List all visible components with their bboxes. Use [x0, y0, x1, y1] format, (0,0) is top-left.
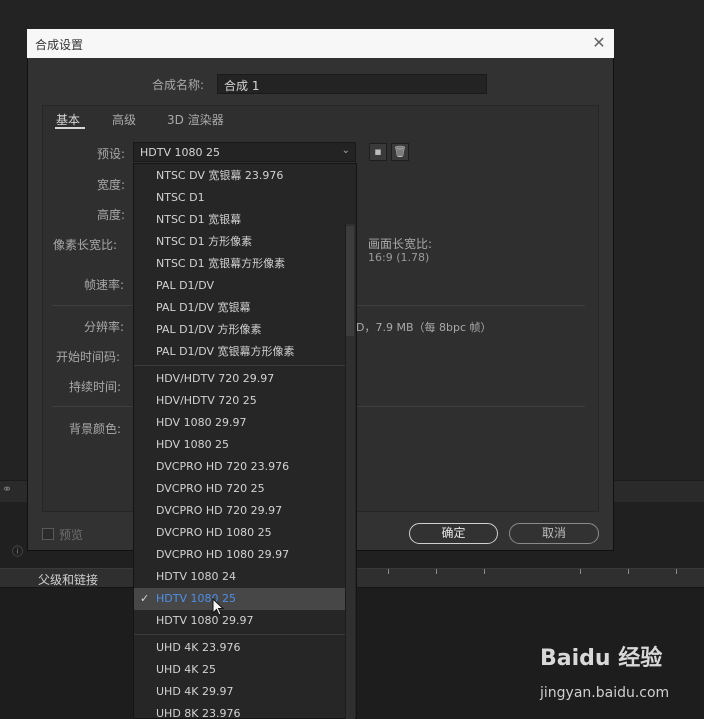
height-label: 高度: — [97, 208, 126, 222]
timeline-tick — [628, 569, 629, 574]
preset-option[interactable]: HDV 1080 29.97 — [134, 412, 346, 434]
preset-option[interactable]: NTSC D1 宽银幕方形像素 — [134, 253, 346, 275]
timeline-tick — [436, 569, 437, 574]
preset-value: HDTV 1080 25 — [140, 146, 220, 159]
preset-option[interactable]: DVCPRO HD 1080 29.97 — [134, 544, 346, 566]
preset-option[interactable]: UHD 4K 23.976 — [134, 637, 346, 659]
timeline-tick — [388, 569, 389, 574]
preset-label: 预设: — [97, 147, 126, 161]
ok-button[interactable]: 确定 — [409, 523, 498, 544]
close-icon[interactable]: ✕ — [590, 34, 608, 52]
save-preset-icon[interactable]: ▪ — [369, 143, 387, 161]
frame-aspect-label: 画面长宽比: — [368, 237, 433, 251]
preset-dropdown-list[interactable]: NTSC DV 宽银幕 23.976 NTSC D1 NTSC D1 宽银幕 NTSC… — [133, 163, 357, 719]
preset-select[interactable]: HDTV 1080 25 ⌄ — [133, 142, 356, 162]
frame-aspect-value: 16:9 (1.78) — [368, 251, 430, 264]
frame-rate-label: 帧速率: — [84, 278, 125, 292]
preset-option[interactable]: UHD 4K 29.97 — [134, 681, 346, 703]
preset-option[interactable]: UHD 4K 25 — [134, 659, 346, 681]
preset-option[interactable]: NTSC DV 宽银幕 23.976 — [134, 165, 346, 187]
comp-name-input[interactable]: 合成 1 — [217, 74, 487, 94]
baidu-watermark: Baidu 经验 — [540, 646, 663, 671]
preview-checkbox[interactable] — [42, 528, 54, 540]
preset-option[interactable]: UHD 8K 23.976 — [134, 703, 346, 718]
tab-advanced[interactable]: 高级 — [112, 111, 136, 128]
timeline-tick — [676, 569, 677, 574]
preset-option[interactable]: HDV 1080 25 — [134, 434, 346, 456]
duration-label: 持续时间: — [69, 380, 122, 394]
preset-option[interactable]: HDTV 1080 24 — [134, 566, 346, 588]
chevron-down-icon: ⌄ — [341, 145, 350, 156]
tab-basic[interactable]: 基本 — [56, 111, 80, 128]
trash-icon[interactable]: 🗑 — [391, 143, 409, 161]
preset-option[interactable]: PAL D1/DV 宽银幕方形像素 — [134, 341, 346, 363]
resolution-label: 分辨率: — [84, 320, 125, 334]
dialog-title: 合成设置 — [35, 38, 84, 52]
preset-option[interactable]: PAL D1/DV — [134, 275, 346, 297]
pixel-aspect-label: 像素长宽比: — [53, 238, 118, 252]
mouse-pointer-icon — [212, 598, 224, 616]
active-tab-indicator — [55, 127, 85, 129]
preset-option[interactable]: PAL D1/DV 方形像素 — [134, 319, 346, 341]
timeline-small-icon: ⓘ — [12, 545, 23, 558]
timeline-tick — [580, 569, 581, 574]
width-label: 宽度: — [97, 178, 126, 192]
dropdown-separator — [134, 634, 346, 635]
preset-option[interactable]: DVCPRO HD 1080 25 — [134, 522, 346, 544]
preset-option[interactable]: HDTV 1080 25 ✓ — [134, 588, 346, 610]
dropdown-scroll-thumb[interactable] — [346, 226, 354, 336]
preset-option[interactable]: HDV/HDTV 720 29.97 — [134, 368, 346, 390]
background-color-label: 背景颜色: — [69, 422, 122, 436]
resolution-info: D，7.9 MB（每 8bpc 帧） — [356, 321, 492, 334]
dropdown-separator — [134, 365, 346, 366]
preset-option[interactable]: DVCPRO HD 720 23.976 — [134, 456, 346, 478]
parent-link-label: 父级和链接 — [38, 573, 99, 587]
checkmark-icon: ✓ — [140, 592, 150, 605]
cancel-button[interactable]: 取消 — [509, 523, 599, 544]
preset-option[interactable]: HDTV 1080 29.97 — [134, 610, 346, 632]
preset-option[interactable]: DVCPRO HD 720 25 — [134, 478, 346, 500]
preset-option[interactable]: PAL D1/DV 宽银幕 — [134, 297, 346, 319]
link-icon: ⚭ — [2, 482, 13, 496]
tab-3d-renderer[interactable]: 3D 渲染器 — [167, 111, 224, 128]
preset-option[interactable]: HDV/HDTV 720 25 — [134, 390, 346, 412]
preview-label: 预览 — [59, 528, 84, 542]
preset-option[interactable]: NTSC D1 方形像素 — [134, 231, 346, 253]
timeline-tick — [484, 569, 485, 574]
preset-option[interactable]: DVCPRO HD 720 29.97 — [134, 500, 346, 522]
comp-name-label: 合成名称: — [152, 78, 205, 92]
preset-option[interactable]: NTSC D1 宽银幕 — [134, 209, 346, 231]
start-timecode-label: 开始时间码: — [56, 350, 121, 364]
dialog-titlebar[interactable] — [27, 29, 614, 58]
preset-option[interactable]: NTSC D1 — [134, 187, 346, 209]
baidu-watermark-url: jingyan.baidu.com — [540, 685, 670, 701]
